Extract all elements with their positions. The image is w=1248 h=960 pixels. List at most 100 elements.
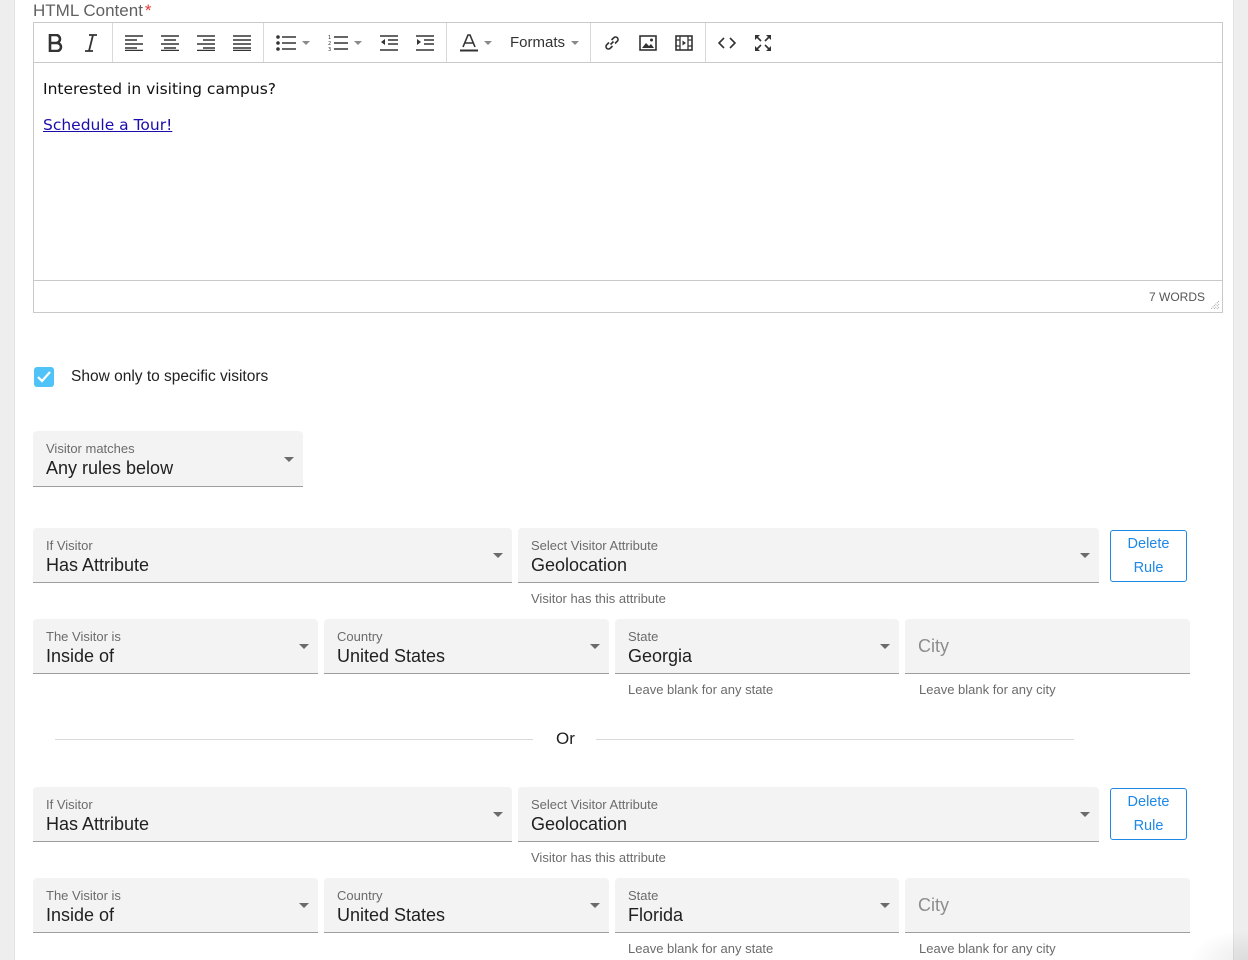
corner-shadow xyxy=(1188,930,1248,960)
visitor-is-label: The Visitor is xyxy=(46,629,121,644)
editor-content-area[interactable]: Interested in visiting campus? Schedule … xyxy=(34,63,1222,282)
rule-1-state-select[interactable]: State Georgia xyxy=(615,619,899,674)
toolbar-group-format: Formats xyxy=(447,23,592,62)
or-divider-left xyxy=(55,739,533,740)
if-visitor-label: If Visitor xyxy=(46,797,93,812)
rule-1-city-input[interactable]: City xyxy=(905,619,1190,674)
outdent-icon xyxy=(380,34,398,51)
insert-media-button[interactable] xyxy=(666,26,702,60)
rule-1-if-visitor-select[interactable]: If Visitor Has Attribute xyxy=(33,528,512,583)
rule-1-country-select[interactable]: Country United States xyxy=(324,619,609,674)
attribute-label: Select Visitor Attribute xyxy=(531,538,658,553)
visitor-matches-value: Any rules below xyxy=(46,458,174,478)
or-divider-right xyxy=(596,739,1074,740)
bullet-list-button[interactable] xyxy=(267,26,319,60)
rule-2-attribute-select[interactable]: Select Visitor Attribute Geolocation xyxy=(518,787,1099,842)
svg-text:3: 3 xyxy=(328,47,331,52)
chevron-down-icon xyxy=(1080,812,1090,817)
chevron-down-icon xyxy=(354,40,362,45)
resize-handle-icon[interactable] xyxy=(1210,300,1220,310)
formats-dropdown[interactable]: Formats xyxy=(502,26,587,60)
attribute-helper-text: Visitor has this attribute xyxy=(531,591,666,606)
link-icon xyxy=(605,35,619,50)
align-right-icon xyxy=(197,34,215,51)
html-content-label: HTML Content * xyxy=(33,1,152,21)
rule-2-city-input[interactable]: City xyxy=(905,878,1190,933)
numbered-list-icon: 123 xyxy=(328,35,348,52)
image-icon xyxy=(639,34,657,51)
toolbar-group-view xyxy=(706,23,784,62)
state-helper-text: Leave blank for any state xyxy=(628,941,774,956)
rule-2-visitor-is-select[interactable]: The Visitor is Inside of xyxy=(33,878,318,933)
rule-2-state-select[interactable]: State Florida xyxy=(615,878,899,933)
if-visitor-value: Has Attribute xyxy=(46,555,150,575)
page-gutter-left xyxy=(0,0,15,960)
visitor-is-value: Inside of xyxy=(46,905,115,925)
bullet-list-icon xyxy=(276,34,296,51)
page-gutter-right xyxy=(1233,0,1248,960)
html-content-label-text: HTML Content xyxy=(33,1,143,20)
align-center-button[interactable] xyxy=(152,26,188,60)
city-helper-text: Leave blank for any city xyxy=(919,941,1056,956)
chevron-down-icon xyxy=(880,644,890,649)
chevron-down-icon xyxy=(590,644,600,649)
schedule-tour-link[interactable]: Schedule a Tour! xyxy=(43,116,172,134)
state-value: Florida xyxy=(628,905,684,925)
align-justify-icon xyxy=(233,34,251,51)
chevron-down-icon xyxy=(493,812,503,817)
chevron-down-icon xyxy=(299,644,309,649)
chevron-down-icon xyxy=(880,903,890,908)
city-placeholder: City xyxy=(918,636,949,656)
word-count: 7 WORDS xyxy=(1148,290,1205,304)
chevron-down-icon xyxy=(590,903,600,908)
rule-2-country-select[interactable]: Country United States xyxy=(324,878,609,933)
bold-icon xyxy=(48,33,63,52)
toolbar-group-align xyxy=(113,23,264,62)
checkmark-icon xyxy=(37,371,51,383)
numbered-list-button[interactable]: 123 xyxy=(319,26,371,60)
insert-image-button[interactable] xyxy=(630,26,666,60)
state-value: Georgia xyxy=(628,646,693,666)
chevron-down-icon xyxy=(571,40,580,45)
country-label: Country xyxy=(337,888,383,903)
fullscreen-button[interactable] xyxy=(745,26,781,60)
country-value: United States xyxy=(337,905,446,925)
state-label: State xyxy=(628,629,659,644)
editor-toolbar: 123 Formats xyxy=(34,23,1222,63)
rule-1-delete-button[interactable]: Delete Rule xyxy=(1110,530,1187,582)
formats-label: Formats xyxy=(510,34,566,51)
visitor-matches-select[interactable]: Visitor matches Any rules below xyxy=(33,431,303,487)
indent-button[interactable] xyxy=(407,26,443,60)
visitor-is-label: The Visitor is xyxy=(46,888,121,903)
align-right-button[interactable] xyxy=(188,26,224,60)
if-visitor-label: If Visitor xyxy=(46,538,93,553)
rule-1-attribute-select[interactable]: Select Visitor Attribute Geolocation xyxy=(518,528,1099,583)
chevron-down-icon xyxy=(484,40,492,45)
source-code-button[interactable] xyxy=(709,26,745,60)
or-separator: Or xyxy=(556,729,575,748)
country-label: Country xyxy=(337,629,383,644)
show-specific-visitors-checkbox[interactable] xyxy=(34,367,54,387)
city-helper-text: Leave blank for any city xyxy=(919,682,1056,697)
align-left-button[interactable] xyxy=(116,26,152,60)
visitor-matches-label: Visitor matches xyxy=(46,441,135,456)
required-mark: * xyxy=(144,1,152,20)
outdent-button[interactable] xyxy=(371,26,407,60)
rule-1-visitor-is-select[interactable]: The Visitor is Inside of xyxy=(33,619,318,674)
align-left-icon xyxy=(125,34,143,51)
chevron-down-icon xyxy=(302,40,310,45)
toolbar-group-style xyxy=(34,23,113,62)
align-justify-button[interactable] xyxy=(224,26,260,60)
text-color-icon xyxy=(460,33,478,51)
media-icon xyxy=(675,34,693,51)
insert-link-button[interactable] xyxy=(594,26,630,60)
rule-2-delete-button[interactable]: Delete Rule xyxy=(1110,788,1187,840)
text-color-button[interactable] xyxy=(450,26,502,60)
fullscreen-icon xyxy=(755,34,772,51)
italic-button[interactable] xyxy=(73,26,109,60)
rule-label: Rule xyxy=(1133,560,1164,576)
bold-button[interactable] xyxy=(37,26,73,60)
rule-2-if-visitor-select[interactable]: If Visitor Has Attribute xyxy=(33,787,512,842)
toolbar-group-insert xyxy=(591,23,707,62)
delete-label: Delete xyxy=(1127,536,1170,552)
